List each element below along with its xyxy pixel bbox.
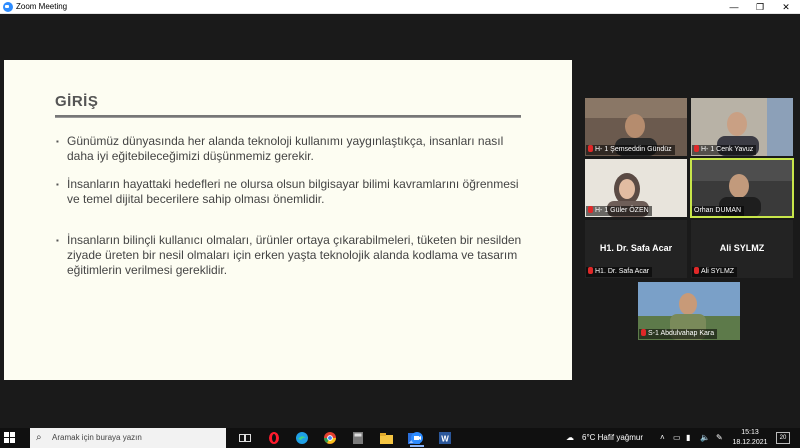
bullet-text: Günümüz dünyasında her alanda teknoloji … bbox=[67, 134, 504, 163]
muted-mic-icon bbox=[588, 267, 593, 274]
slide-bullet: ▪ İnsanların hayattaki hedefleri ne olur… bbox=[56, 177, 526, 207]
language-icon[interactable]: ✎ bbox=[716, 428, 723, 448]
meeting-area: GİRİŞ ▪ Günümüz dünyasında her alanda te… bbox=[0, 14, 800, 414]
participant-name-text: Ali SYLMZ bbox=[701, 268, 735, 275]
folder-icon bbox=[379, 432, 393, 444]
task-view-icon bbox=[239, 434, 251, 443]
maximize-button[interactable]: ❐ bbox=[748, 0, 772, 14]
shared-slide: GİRİŞ ▪ Günümüz dünyasında her alanda te… bbox=[4, 60, 572, 380]
participant-name-text: Orhan DUMAN bbox=[694, 207, 742, 214]
participant-name: Orhan DUMAN bbox=[692, 206, 745, 216]
search-placeholder: Aramak için buraya yazın bbox=[52, 433, 142, 442]
participant-display-name: H1. Dr. Safa Acar bbox=[599, 243, 673, 253]
participant-name-text: H- 1 Güler ÖZEN bbox=[595, 207, 649, 214]
participant-tile[interactable]: Ali SYLMZ Ali SYLMZ bbox=[691, 220, 793, 278]
taskbar-search[interactable]: ⌕ Aramak için buraya yazın bbox=[30, 428, 226, 448]
volume-icon[interactable]: 🔈 bbox=[700, 428, 710, 448]
windows-logo-icon bbox=[4, 432, 9, 437]
calculator-icon bbox=[353, 432, 363, 445]
clock-time: 15:13 bbox=[741, 429, 759, 436]
windows-logo-icon bbox=[10, 438, 15, 443]
battery-icon[interactable]: ▮ bbox=[686, 428, 690, 448]
start-button[interactable] bbox=[4, 432, 16, 444]
edge-icon bbox=[296, 432, 308, 445]
chrome-taskbar-button[interactable] bbox=[317, 430, 343, 447]
word-icon: W bbox=[439, 432, 451, 445]
windows-logo-icon bbox=[4, 438, 9, 443]
slide-title: GİRİŞ bbox=[55, 93, 99, 110]
tray-chevron-icon[interactable]: ˄ bbox=[660, 428, 665, 448]
participant-name: H1. Dr. Safa Acar bbox=[586, 267, 653, 277]
window-titlebar: Zoom Meeting — ❐ ✕ bbox=[0, 0, 800, 14]
file-explorer-taskbar-button[interactable] bbox=[373, 430, 399, 447]
windows-logo-icon bbox=[10, 432, 15, 437]
bullet-mark: ▪ bbox=[56, 137, 59, 146]
opera-taskbar-button[interactable] bbox=[261, 430, 287, 447]
muted-mic-icon bbox=[694, 145, 699, 152]
task-view-button[interactable] bbox=[232, 430, 258, 447]
bullet-text: İnsanların bilinçli kullanıcı olmaları, … bbox=[67, 233, 522, 277]
slide-title-divider bbox=[55, 115, 521, 118]
participant-name: H- 1 Cenk Yavuz bbox=[692, 145, 757, 155]
weather-icon: ☁ bbox=[566, 433, 574, 442]
word-taskbar-button[interactable]: W bbox=[432, 430, 458, 447]
participant-name: H- 1 Güler ÖZEN bbox=[586, 206, 652, 216]
bullet-text: İnsanların hayattaki hedefleri ne olursa… bbox=[67, 177, 519, 206]
window-title: Zoom Meeting bbox=[16, 2, 68, 11]
participant-tile[interactable]: S-1 Abdulvahap Kara bbox=[638, 282, 740, 340]
muted-mic-icon bbox=[641, 329, 646, 336]
bullet-mark: ▪ bbox=[56, 236, 59, 245]
search-icon: ⌕ bbox=[36, 432, 42, 443]
clock-date: 18.12.2021 bbox=[732, 439, 768, 446]
svg-text:W: W bbox=[441, 435, 449, 444]
muted-mic-icon bbox=[694, 267, 699, 274]
participant-name: Ali SYLMZ bbox=[692, 267, 738, 277]
participant-tile-active-speaker[interactable]: Orhan DUMAN bbox=[690, 158, 794, 218]
muted-mic-icon bbox=[588, 145, 593, 152]
network-icon[interactable]: ▭ bbox=[673, 428, 681, 448]
muted-mic-icon bbox=[588, 206, 593, 213]
slide-bullet: ▪ Günümüz dünyasında her alanda teknoloj… bbox=[56, 134, 526, 164]
participant-tile[interactable]: H- 1 Şemseddin Gündüz bbox=[585, 98, 687, 156]
participant-display-name: Ali SYLMZ bbox=[719, 243, 765, 253]
opera-icon bbox=[269, 432, 279, 445]
participant-tile[interactable]: H- 1 Güler ÖZEN bbox=[585, 159, 687, 217]
close-button[interactable]: ✕ bbox=[774, 0, 798, 14]
participant-name: S-1 Abdulvahap Kara bbox=[639, 329, 718, 339]
windows-taskbar: ⌕ Aramak için buraya yazın W ☁ 6°C Hafif… bbox=[0, 428, 800, 448]
zoom-icon bbox=[411, 432, 423, 445]
weather-widget[interactable]: 6°C Hafif yağmur bbox=[582, 428, 643, 448]
participant-tile[interactable]: H- 1 Cenk Yavuz bbox=[691, 98, 793, 156]
zoom-app-icon bbox=[3, 2, 13, 12]
participant-tile[interactable]: H1. Dr. Safa Acar H1. Dr. Safa Acar bbox=[585, 220, 687, 278]
calculator-taskbar-button[interactable] bbox=[345, 430, 371, 447]
minimize-button[interactable]: — bbox=[722, 0, 746, 14]
participant-name: H- 1 Şemseddin Gündüz bbox=[586, 145, 675, 155]
participant-name-text: H- 1 Cenk Yavuz bbox=[701, 146, 754, 153]
slide-bullet: ▪ İnsanların bilinçli kullanıcı olmaları… bbox=[56, 233, 526, 278]
bullet-mark: ▪ bbox=[56, 180, 59, 189]
notification-center-button[interactable]: 20 bbox=[776, 432, 790, 444]
zoom-taskbar-button[interactable] bbox=[404, 430, 430, 447]
edge-taskbar-button[interactable] bbox=[289, 430, 315, 447]
chrome-icon bbox=[324, 432, 336, 445]
participant-name-text: H1. Dr. Safa Acar bbox=[595, 268, 650, 275]
participant-name-text: H- 1 Şemseddin Gündüz bbox=[595, 146, 672, 153]
participant-name-text: S-1 Abdulvahap Kara bbox=[648, 330, 715, 337]
taskbar-clock[interactable]: 15:13 18.12.2021 bbox=[730, 428, 770, 447]
